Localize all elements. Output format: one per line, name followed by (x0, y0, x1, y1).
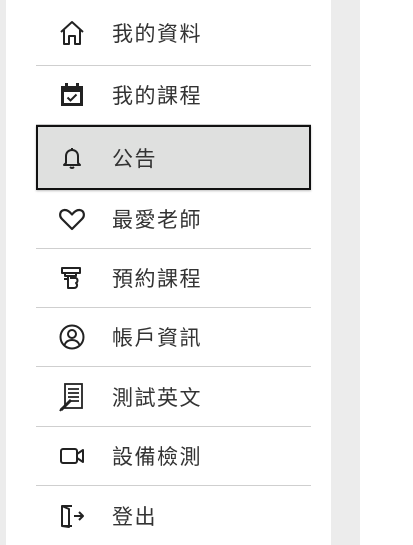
booking-icon (58, 264, 86, 292)
menu-item-label: 公告 (112, 146, 157, 171)
menu-item-logout[interactable]: 登出 (36, 486, 311, 545)
menu-item-label: 設備檢測 (112, 445, 202, 469)
menu-item-label: 我的資料 (112, 21, 202, 46)
menu-item-label: 我的課程 (112, 84, 202, 108)
bell-icon (58, 144, 86, 172)
menu-item-label: 最愛老師 (112, 208, 202, 232)
menu-item-favorite-teachers[interactable]: 最愛老師 (36, 190, 311, 249)
calendar-check-icon (58, 81, 86, 109)
menu-item-announcements[interactable]: 公告 (36, 125, 311, 190)
menu-item-account-info[interactable]: 帳戶資訊 (36, 308, 311, 367)
video-camera-icon (58, 442, 86, 470)
menu-item-english-test[interactable]: 測試英文 (36, 367, 311, 427)
logout-icon (58, 502, 86, 530)
menu-item-label: 預約課程 (112, 267, 202, 291)
menu-item-book-course[interactable]: 預約課程 (36, 249, 311, 308)
heart-icon (58, 205, 86, 233)
user-circle-icon (58, 323, 86, 351)
menu-item-label: 帳戶資訊 (112, 326, 202, 350)
side-menu-panel: 我的資料 我的課程 公告 最愛老師 預約課程 帳戶資訊 測試英文 設備檢測 登出 (6, 0, 331, 545)
menu-item-label: 登出 (112, 504, 157, 529)
home-icon (58, 19, 86, 47)
menu-item-my-courses[interactable]: 我的課程 (36, 66, 311, 125)
test-document-icon (58, 382, 86, 412)
menu-item-label: 測試英文 (112, 385, 202, 410)
menu-item-device-check[interactable]: 設備檢測 (36, 427, 311, 486)
menu-item-my-profile[interactable]: 我的資料 (36, 0, 311, 66)
content-area (360, 0, 413, 545)
